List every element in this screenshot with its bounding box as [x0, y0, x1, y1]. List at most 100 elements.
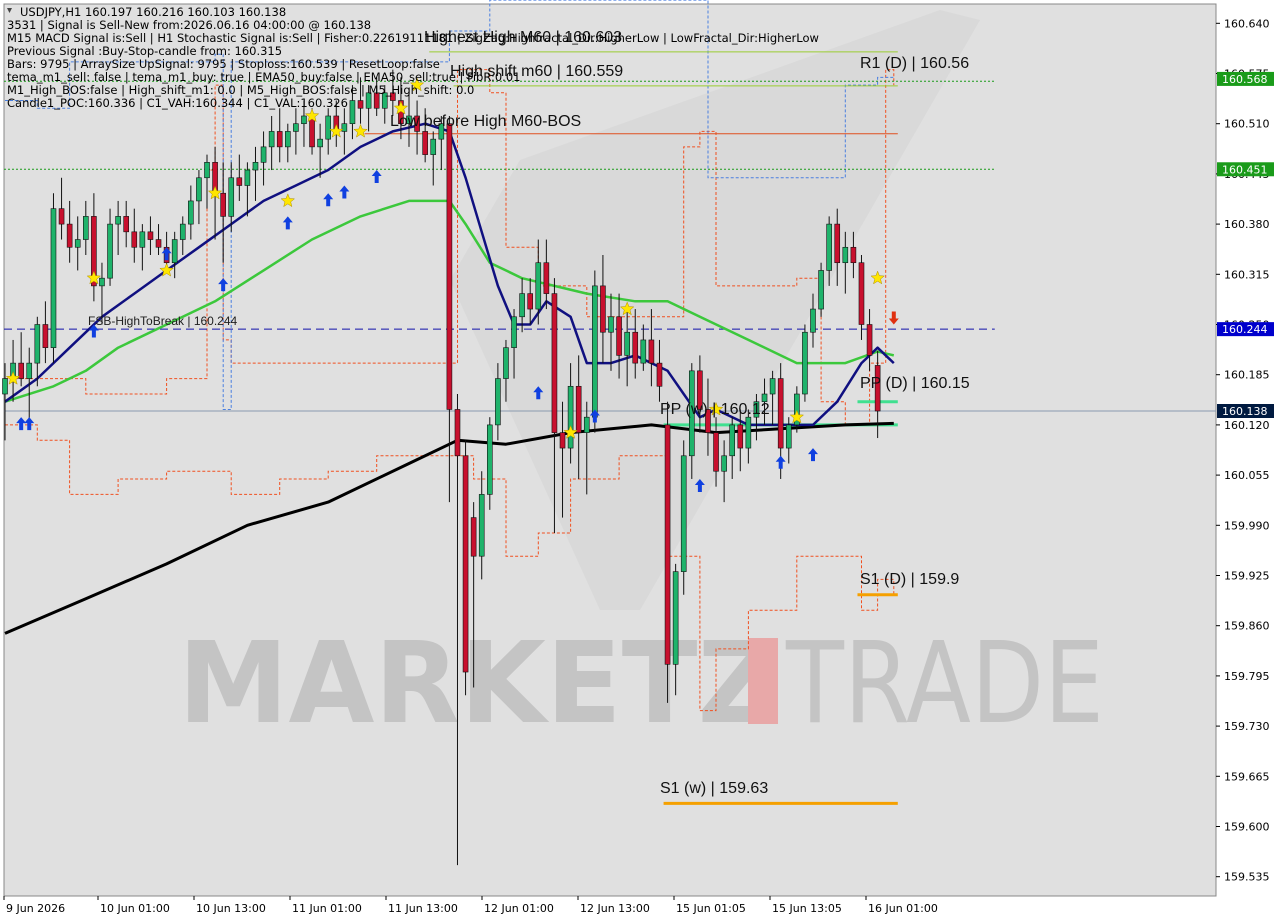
candle-body-107 — [866, 324, 873, 356]
x-tick-label-8: 15 Jun 13:05 — [772, 902, 842, 915]
y-tick-label-16: 159.600 — [1224, 820, 1270, 833]
candle-body-77 — [624, 331, 630, 356]
price-chart[interactable]: MARKETZ TRADE Highest High M60 | 160.603H… — [0, 0, 1280, 920]
candle-body-83 — [672, 571, 679, 665]
x-tick-label-4: 11 Jun 13:00 — [388, 902, 458, 915]
candle-body-96 — [777, 378, 784, 449]
candle-body-102 — [826, 223, 832, 271]
x-tick-label-3: 11 Jun 01:00 — [292, 902, 362, 915]
y-tick-label-12: 159.860 — [1224, 620, 1270, 633]
candle-body-29 — [236, 177, 243, 186]
candle-body-12 — [99, 277, 105, 287]
candle-body-14 — [115, 216, 121, 225]
candle-body-60 — [486, 424, 493, 495]
price-badge-label-1: 160.451 — [1222, 163, 1268, 176]
candle-body-33 — [268, 131, 275, 148]
candle-body-100 — [810, 308, 816, 333]
candle-body-34 — [276, 131, 283, 148]
candle-body-66 — [535, 262, 542, 310]
y-tick-label-2: 160.510 — [1224, 118, 1270, 131]
y-tick-label-8: 160.120 — [1224, 419, 1270, 432]
candle-body-23 — [188, 200, 194, 225]
candle-body-76 — [616, 316, 622, 356]
candle-body-105 — [850, 246, 857, 264]
candle-body-88 — [713, 432, 719, 472]
candle-body-31 — [252, 162, 259, 171]
candle-body-43 — [349, 100, 356, 125]
level-label-7: PP (w) | 160.12 — [660, 401, 770, 418]
info-line-5: tema_m1_sell: false | tema_m1_buy: true … — [7, 70, 520, 84]
candle-body-61 — [495, 378, 501, 426]
candle-body-7 — [58, 208, 65, 225]
candle-body-103 — [834, 223, 841, 264]
candle-body-79 — [640, 339, 647, 364]
price-badge-label-2: 160.244 — [1222, 323, 1268, 336]
x-tick-label-7: 15 Jun 01:05 — [676, 902, 746, 915]
level-label-8: S1 (D) | 159.9 — [860, 571, 959, 588]
candle-body-13 — [107, 223, 113, 279]
candle-body-57 — [462, 455, 469, 673]
candle-body-37 — [301, 115, 307, 125]
candle-body-99 — [802, 331, 808, 395]
info-line-6: M1_High_BOS:false | High_shift_m1: 0.0 |… — [7, 83, 474, 97]
candle-body-62 — [503, 347, 509, 379]
candle-body-39 — [317, 138, 323, 148]
y-tick-label-14: 159.730 — [1224, 720, 1270, 733]
candle-body-53 — [430, 138, 437, 155]
candle-body-75 — [608, 316, 614, 333]
x-tick-label-9: 16 Jun 01:00 — [868, 902, 938, 915]
price-badge-label-3: 160.138 — [1222, 405, 1268, 418]
level-label-3: R1 (D) | 160.56 — [860, 55, 969, 72]
candle-body-16 — [131, 231, 138, 248]
level-label-9: S1 (w) | 159.63 — [660, 780, 768, 797]
candle-body-55 — [446, 123, 453, 410]
x-tick-label-1: 10 Jun 01:00 — [100, 902, 170, 915]
candle-body-0 — [2, 378, 8, 395]
candle-body-59 — [478, 494, 485, 557]
candle-body-68 — [551, 293, 558, 433]
y-tick-label-7: 160.185 — [1224, 369, 1270, 382]
candle-body-80 — [648, 339, 655, 364]
candle-body-81 — [656, 362, 663, 387]
candle-body-91 — [737, 424, 744, 449]
candle-body-101 — [818, 270, 824, 310]
candle-body-30 — [244, 169, 251, 186]
candle-body-71 — [575, 385, 582, 433]
candle-body-72 — [583, 416, 590, 433]
candle-body-95 — [769, 378, 776, 395]
candle-body-6 — [50, 208, 57, 348]
info-line-7: Candle1_POC:160.336 | C1_VAH:160.344 | C… — [7, 96, 348, 110]
candle-body-9 — [74, 239, 81, 248]
y-tick-label-11: 159.925 — [1224, 569, 1270, 582]
y-tick-label-0: 160.640 — [1224, 17, 1270, 30]
y-tick-label-9: 160.055 — [1224, 469, 1270, 482]
candle-body-52 — [422, 131, 428, 155]
candle-body-18 — [147, 231, 154, 240]
candle-body-4 — [34, 324, 41, 364]
candle-body-36 — [293, 123, 299, 132]
candle-body-58 — [470, 517, 477, 557]
candle-body-25 — [204, 162, 210, 179]
x-tick-label-6: 12 Jun 13:00 — [580, 902, 650, 915]
candle-body-97 — [785, 424, 792, 449]
watermark-left-text: MARKETZ — [178, 619, 778, 749]
candle-body-92 — [745, 416, 752, 449]
info-line-0: USDJPY,H1 160.197 160.216 160.103 160.13… — [20, 5, 286, 19]
candle-body-5 — [42, 324, 49, 348]
candle-body-27 — [220, 192, 226, 217]
candle-body-78 — [632, 331, 639, 364]
x-tick-label-0: 9 Jun 2026 — [6, 902, 65, 915]
candle-body-89 — [721, 455, 727, 472]
level-label-5: FSB-HighToBreak | 160.244 — [88, 314, 238, 328]
candle-body-44 — [357, 100, 364, 109]
info-line-2: M15 MACD Signal is:Sell | H1 Stochastic … — [7, 31, 819, 45]
candle-body-22 — [179, 223, 186, 240]
candle-body-8 — [66, 223, 73, 248]
candle-body-90 — [729, 424, 736, 457]
x-tick-label-5: 12 Jun 01:00 — [484, 902, 554, 915]
candle-body-64 — [519, 293, 525, 318]
candle-body-82 — [664, 424, 671, 665]
info-line-1: 3531 | Signal is Sell-New from:2026.06.1… — [7, 18, 371, 32]
y-tick-label-10: 159.990 — [1224, 519, 1270, 532]
candle-body-104 — [842, 246, 849, 264]
